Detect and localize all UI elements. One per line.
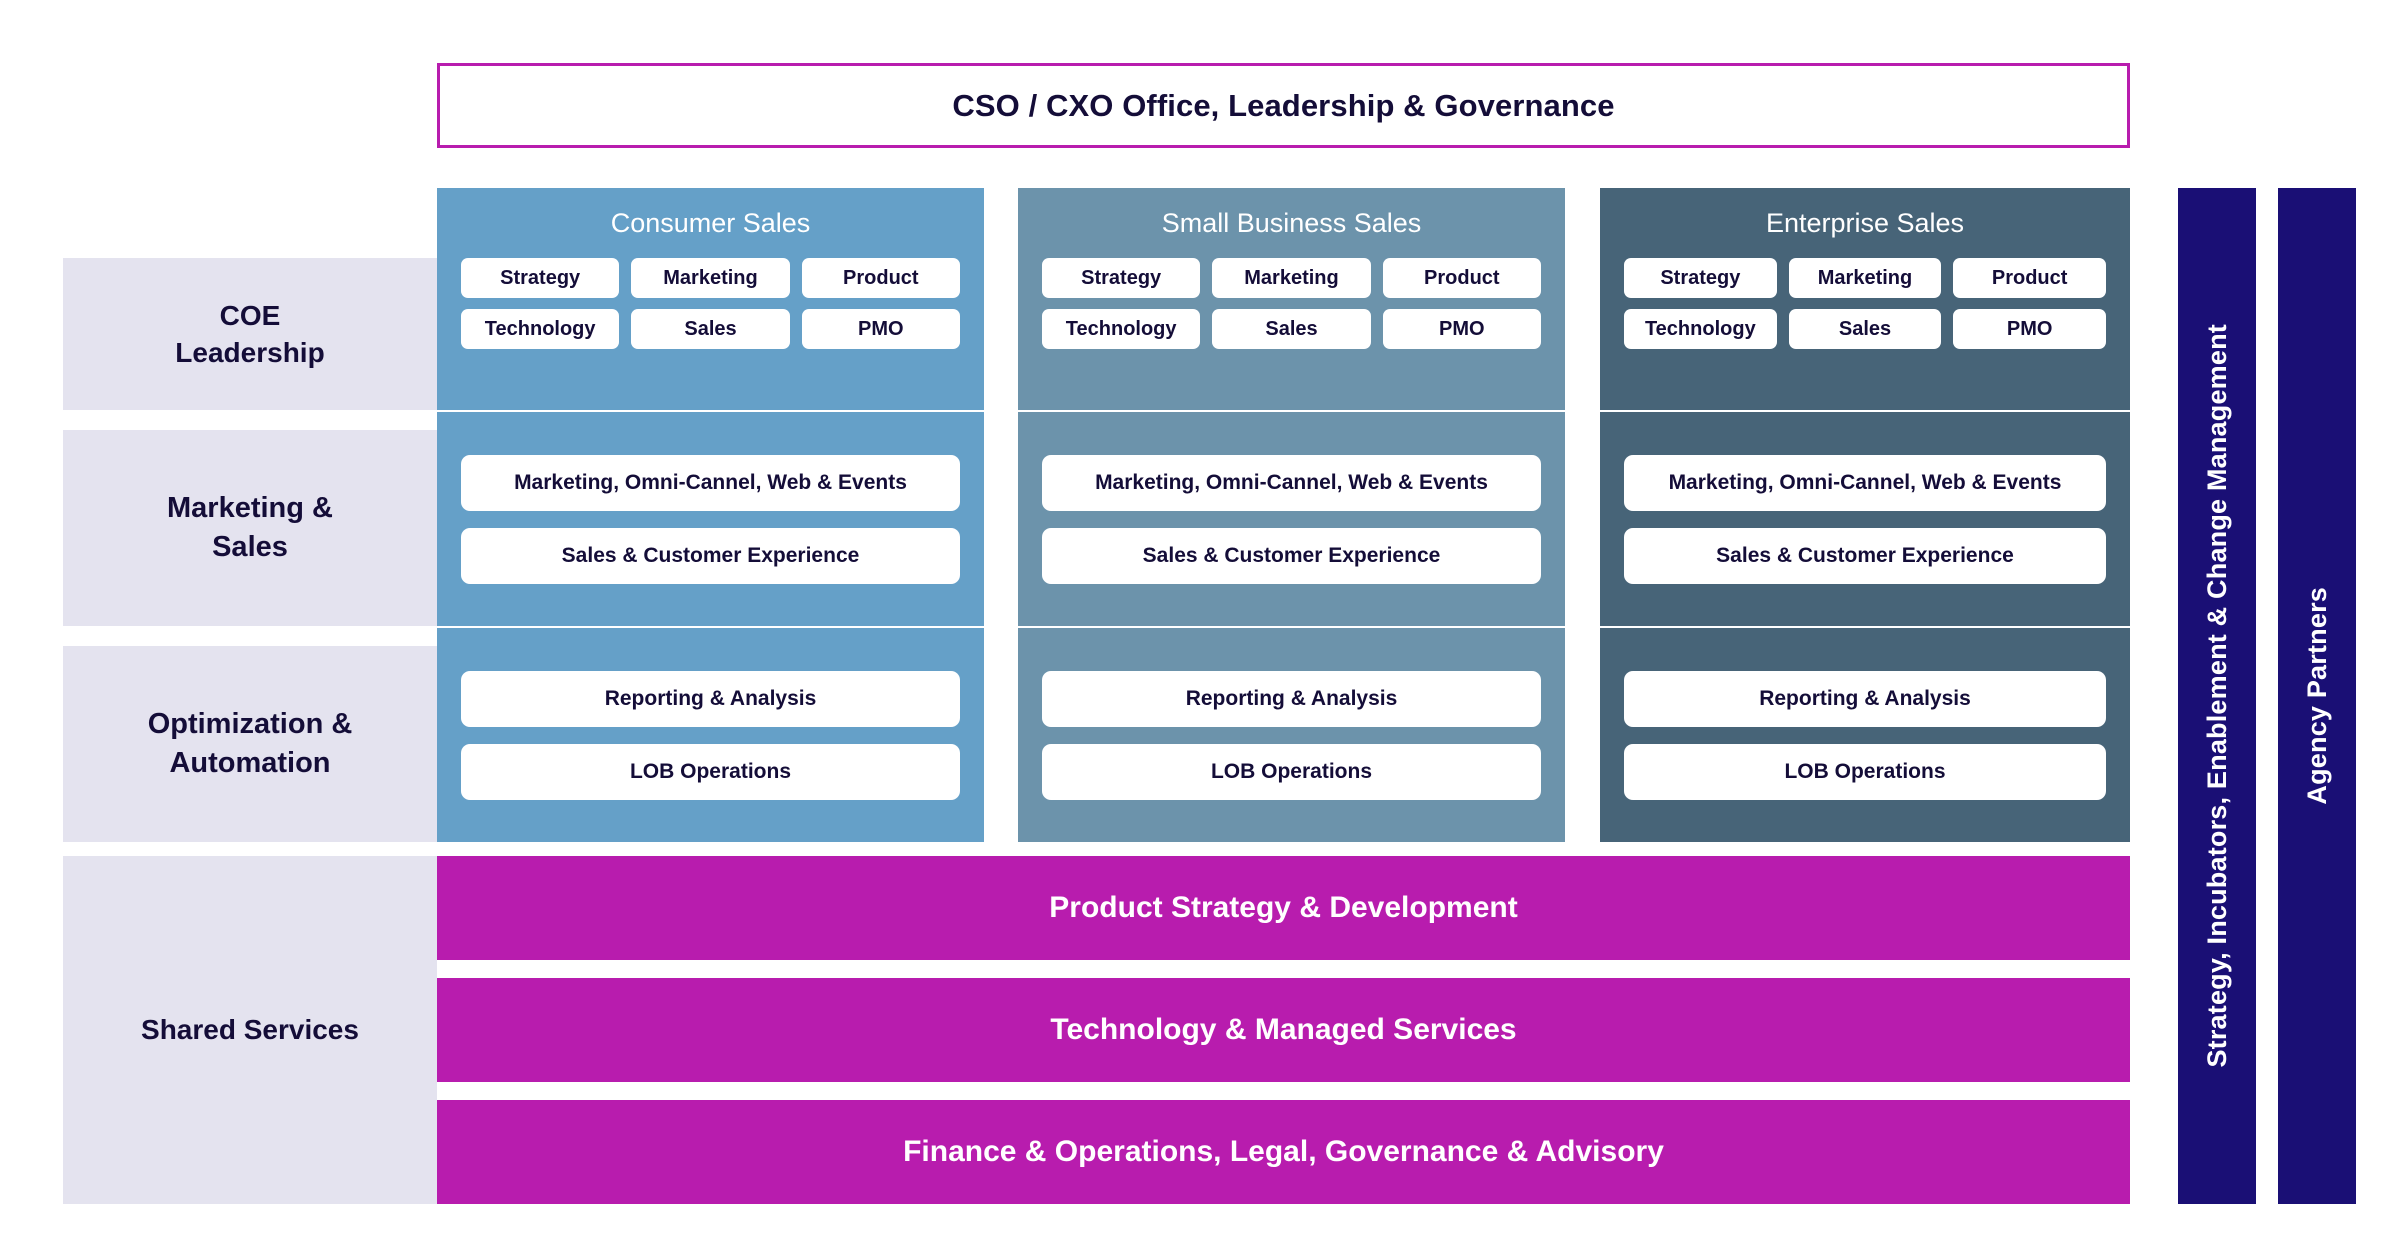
row-label-marketing-sales: Marketing & Sales <box>63 430 437 626</box>
coe-chip[interactable]: Marketing <box>1212 258 1371 298</box>
coe-chip[interactable]: Technology <box>461 309 620 349</box>
row-label-optimization-text: Optimization & Automation <box>147 708 353 779</box>
shared-service-bar[interactable]: Product Strategy & Development <box>437 856 2130 960</box>
marketing-card[interactable]: Sales & Customer Experience <box>1624 527 2106 584</box>
marketing-card[interactable]: Sales & Customer Experience <box>1042 527 1541 584</box>
row-label-optimization-automation: Optimization & Automation <box>63 646 437 842</box>
column-title-small-business: Small Business Sales <box>1161 207 1422 238</box>
vertical-bar-agency-label: Agency Partners <box>2301 587 2332 805</box>
vertical-bar-strategy-label: Strategy, Incubators, Enablement & Chang… <box>2201 324 2232 1068</box>
coe-chip[interactable]: PMO <box>1382 309 1541 349</box>
marketing-card[interactable]: Sales & Customer Experience <box>461 527 960 584</box>
column-enterprise-optimization-block: Reporting & Analysis LOB Operations <box>1600 628 2130 842</box>
shared-service-bar[interactable]: Technology & Managed Services <box>437 978 2130 1082</box>
shared-service-label: Finance & Operations, Legal, Governance … <box>903 1135 1664 1168</box>
shared-service-bar[interactable]: Finance & Operations, Legal, Governance … <box>437 1100 2130 1204</box>
column-consumer-marketing-block: Marketing, Omni-Cannel, Web & Events Sal… <box>437 412 984 626</box>
column-enterprise-coe-block: Enterprise Sales Strategy Marketing Prod… <box>1600 188 2130 410</box>
coe-chip[interactable]: Strategy <box>461 258 620 298</box>
coe-chip[interactable]: Product <box>801 258 960 298</box>
coe-chip[interactable]: Marketing <box>631 258 790 298</box>
coe-chip[interactable]: Product <box>1953 258 2106 298</box>
optimization-card[interactable]: LOB Operations <box>1624 743 2106 800</box>
shared-service-label: Product Strategy & Development <box>1049 891 1518 924</box>
column-title-consumer: Consumer Sales <box>610 207 811 238</box>
row-label-coe-text: COE Leadership <box>175 299 325 368</box>
marketing-card[interactable]: Marketing, Omni-Cannel, Web & Events <box>1624 454 2106 511</box>
coe-chip[interactable]: Product <box>1382 258 1541 298</box>
coe-chip[interactable]: Sales <box>1788 309 1942 349</box>
column-small-business-coe-block: Small Business Sales Strategy Marketing … <box>1018 188 1565 410</box>
coe-chip[interactable]: Strategy <box>1042 258 1201 298</box>
coe-chip[interactable]: Sales <box>1212 309 1371 349</box>
vertical-bar-agency-partners[interactable]: Agency Partners <box>2278 188 2356 1204</box>
optimization-card[interactable]: LOB Operations <box>461 743 960 800</box>
optimization-card[interactable]: Reporting & Analysis <box>1042 670 1541 727</box>
org-structure-diagram: CSO / CXO Office, Leadership & Governanc… <box>0 0 2400 1256</box>
coe-chip[interactable]: Sales <box>631 309 790 349</box>
coe-chip-grid-enterprise: Strategy Marketing Product Technology Sa… <box>1600 258 2130 349</box>
coe-chip[interactable]: Technology <box>1042 309 1201 349</box>
coe-chip-grid-consumer: Strategy Marketing Product Technology Sa… <box>437 258 984 349</box>
governance-header: CSO / CXO Office, Leadership & Governanc… <box>437 63 2130 148</box>
coe-chip[interactable]: PMO <box>801 309 960 349</box>
column-enterprise-marketing-block: Marketing, Omni-Cannel, Web & Events Sal… <box>1600 412 2130 626</box>
row-label-coe-leadership: COE Leadership <box>63 258 437 410</box>
governance-header-label: CSO / CXO Office, Leadership & Governanc… <box>952 87 1615 123</box>
marketing-card[interactable]: Marketing, Omni-Cannel, Web & Events <box>461 454 960 511</box>
row-label-shared-services: Shared Services <box>63 856 437 1204</box>
vertical-bar-strategy-enablement[interactable]: Strategy, Incubators, Enablement & Chang… <box>2178 188 2256 1204</box>
row-label-marketing-text: Marketing & Sales <box>167 492 333 563</box>
coe-chip[interactable]: PMO <box>1953 309 2106 349</box>
column-consumer-optimization-block: Reporting & Analysis LOB Operations <box>437 628 984 842</box>
row-label-shared-text: Shared Services <box>141 1014 359 1046</box>
column-title-enterprise: Enterprise Sales <box>1765 207 1965 238</box>
coe-chip[interactable]: Strategy <box>1624 258 1777 298</box>
column-consumer-coe-block: Consumer Sales Strategy Marketing Produc… <box>437 188 984 410</box>
optimization-card[interactable]: LOB Operations <box>1042 743 1541 800</box>
optimization-card[interactable]: Reporting & Analysis <box>461 670 960 727</box>
shared-service-label: Technology & Managed Services <box>1050 1013 1517 1046</box>
coe-chip[interactable]: Marketing <box>1788 258 1942 298</box>
column-small-business-marketing-block: Marketing, Omni-Cannel, Web & Events Sal… <box>1018 412 1565 626</box>
optimization-card[interactable]: Reporting & Analysis <box>1624 670 2106 727</box>
marketing-card[interactable]: Marketing, Omni-Cannel, Web & Events <box>1042 454 1541 511</box>
coe-chip[interactable]: Technology <box>1624 309 1777 349</box>
coe-chip-grid-small-business: Strategy Marketing Product Technology Sa… <box>1018 258 1565 349</box>
column-small-business-optimization-block: Reporting & Analysis LOB Operations <box>1018 628 1565 842</box>
